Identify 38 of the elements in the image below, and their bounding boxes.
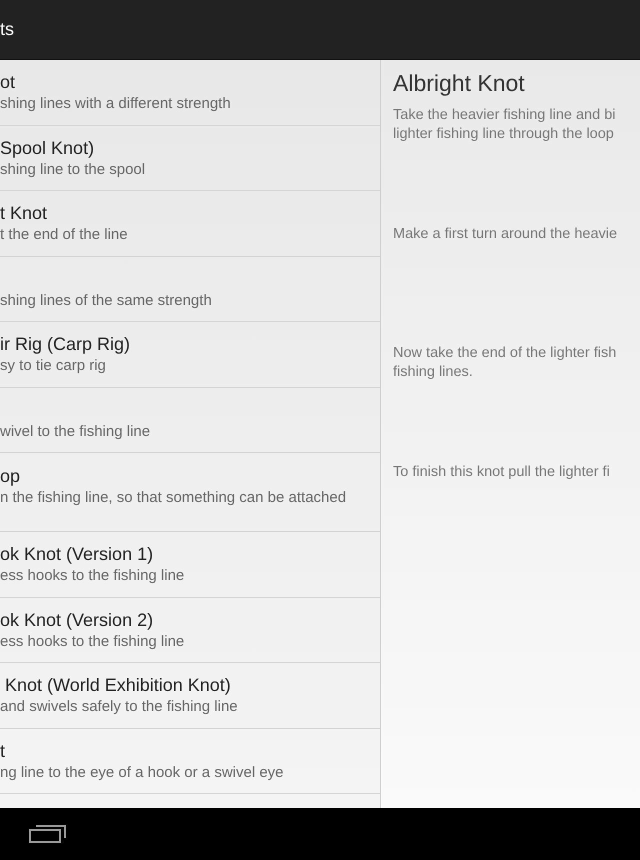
recent-apps-icon[interactable] (29, 824, 67, 844)
step-text: Take the heavier fishing line and bi lighter fishing line through the loop (393, 106, 616, 144)
knot-title: t (0, 740, 6, 763)
step-text: Make a first turn around the heavie (393, 225, 618, 244)
knot-description: ng line to the eye of a hook or a swivel eye (0, 762, 285, 783)
knot-description: ess hooks to the fishing line (0, 632, 186, 652)
app-title: ts (0, 18, 14, 41)
knot-title: ok Knot (Version 2) (0, 608, 154, 632)
knot-description: shing lines with a different strength (0, 94, 232, 114)
knot-title: Knot (World Exhibition Knot) (4, 674, 232, 698)
knot-description: t the end of the line (0, 225, 129, 246)
knot-title: Spool Knot) (0, 136, 96, 160)
knot-list-item[interactable]: wivel to the fishing line (0, 388, 380, 453)
knot-list-item[interactable]: ir Rig (Carp Rig) sy to tie carp rig (0, 322, 380, 388)
detail-title: Albright Knot (393, 69, 526, 98)
knot-list-item[interactable]: Spool Knot) shing line to the spool (0, 126, 380, 191)
knot-title: t Knot (0, 202, 48, 226)
knot-list-item[interactable]: Knot (World Exhibition Knot) and swivels safely to the fishing line (0, 663, 380, 728)
knot-list-item[interactable]: t Knot t the end of the line (0, 191, 380, 256)
knot-description: wivel to the fishing line (0, 422, 152, 442)
knot-description: sy to tie carp rig (0, 356, 107, 376)
knot-list-item[interactable]: ok Knot (Version 1) ess hooks to the fishing line (0, 532, 380, 598)
knot-title: ir Rig (Carp Rig) (0, 333, 132, 356)
knot-list-item[interactable]: op n the fishing line, so that something can be attached (0, 453, 380, 532)
knot-list-item[interactable]: t ng line to the eye of a hook or a swivel eye (0, 728, 380, 794)
knot-title: ok Knot (Version 1) (0, 543, 154, 566)
knot-description: ess hooks to the fishing line (0, 566, 186, 586)
step-text: To finish this knot pull the lighter fi (393, 463, 610, 482)
step-text: Now take the end of the lighter fish fishing lines. (393, 344, 616, 382)
knot-title: ot (0, 71, 16, 94)
knot-description: and swivels safely to the fishing line (0, 697, 239, 718)
knot-description: n the fishing line, so that something can be attached (0, 488, 348, 508)
knot-title: op (0, 465, 22, 488)
knot-list-item[interactable]: shing lines of the same strength (0, 256, 380, 322)
knot-description: shing line to the spool (0, 160, 146, 180)
knot-list-item[interactable]: ot shing lines with a different strength (0, 60, 380, 126)
knot-list-item[interactable]: ok Knot (Version 2) ess hooks to the fishing line (0, 598, 380, 663)
knot-description: shing lines of the same strength (0, 290, 213, 311)
